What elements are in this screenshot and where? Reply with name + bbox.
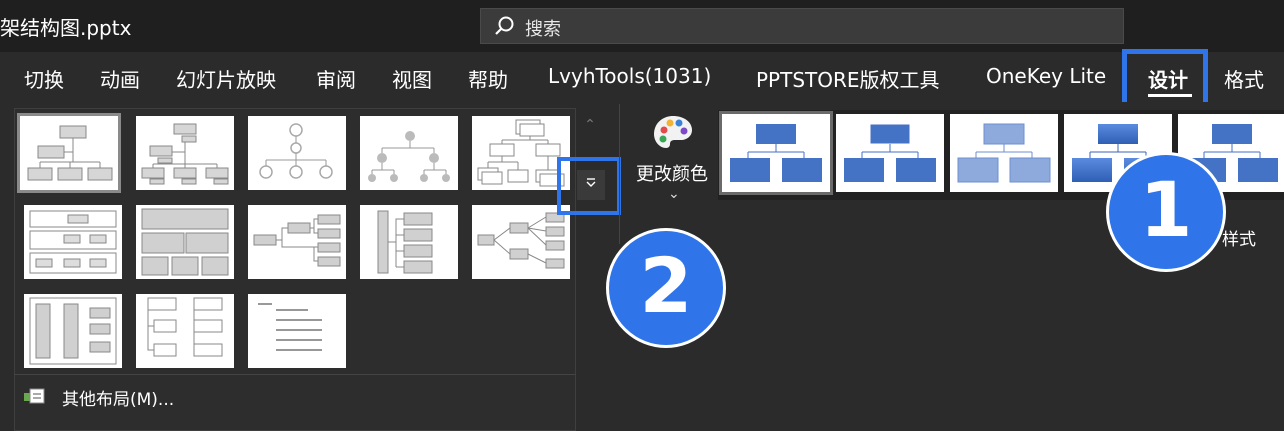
style-thumb-simple-fill[interactable] [719, 111, 833, 195]
tab-slideshow[interactable]: 幻灯片放映 [176, 64, 276, 93]
tab-pptstore[interactable]: PPTSTORE版权工具 [756, 64, 940, 93]
annotation-badge-1: 1 [1106, 152, 1226, 272]
layout-thumb-circle-picture-hierarchy[interactable] [248, 116, 346, 190]
layout-thumb-org-chart[interactable] [17, 113, 121, 193]
annotation-badge-2: 2 [606, 228, 726, 348]
layout-thumb-horizontal-hierarchy[interactable] [248, 205, 346, 279]
search-label: 搜索 [525, 19, 561, 40]
layout-thumb-hierarchy-list[interactable] [136, 205, 234, 279]
layout-thumb-table-hierarchy[interactable] [472, 116, 570, 190]
smartart-layout-icon [22, 385, 48, 411]
more-layouts-menu-item[interactable]: 其他布局(M)... [62, 385, 174, 410]
tab-onekey-lite[interactable]: OneKey Lite [986, 64, 1106, 88]
layout-thumb-text-list[interactable] [248, 294, 346, 368]
tab-view[interactable]: 视图 [392, 64, 432, 93]
change-colors-button[interactable]: 更改颜色 [636, 160, 708, 186]
chevron-down-icon[interactable]: ⌄ [668, 186, 680, 202]
tab-animations[interactable]: 动画 [100, 64, 140, 93]
search-icon [493, 15, 515, 41]
gallery-separator [14, 374, 576, 375]
gallery-scroll-up-button[interactable]: ⌃ [580, 112, 600, 138]
palette-icon [650, 112, 696, 162]
highlight-box-expand-button [557, 157, 621, 215]
tab-lvyhtools[interactable]: LvyhTools(1031) [548, 64, 711, 88]
tab-format[interactable]: 格式 [1224, 64, 1264, 93]
tab-review[interactable]: 审阅 [316, 64, 356, 93]
style-thumb-subtle-effect[interactable] [950, 114, 1058, 192]
layout-thumb-labeled-hierarchy[interactable] [360, 116, 458, 190]
tab-help[interactable]: 帮助 [468, 64, 508, 93]
document-title: 架结构图.pptx [0, 16, 132, 40]
tab-transitions[interactable]: 切换 [24, 64, 64, 93]
highlight-box-design-tab [1122, 49, 1208, 110]
layout-thumb-architecture[interactable] [136, 294, 234, 368]
group-divider [619, 104, 620, 244]
style-thumb-white-outline[interactable] [836, 114, 944, 192]
layout-thumb-horizontal-labeled[interactable] [360, 205, 458, 279]
search-box[interactable]: 搜索 [480, 8, 1124, 44]
layout-thumb-horizontal-multilevel[interactable] [24, 205, 122, 279]
layout-thumb-horizontal-org[interactable] [472, 205, 570, 279]
smartart-styles-group-label: 样式 [1222, 230, 1256, 250]
layout-thumb-name-title-org[interactable] [136, 116, 234, 190]
layout-thumb-lined-list[interactable] [24, 294, 122, 368]
